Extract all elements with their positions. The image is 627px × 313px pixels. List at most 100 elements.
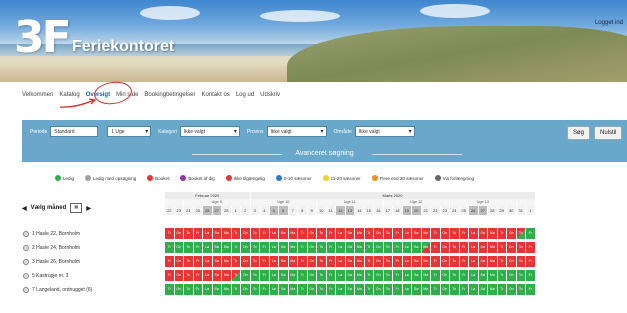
availability-cell[interactable]: On <box>174 270 184 281</box>
availability-cell[interactable]: To <box>450 242 460 253</box>
availability-cell[interactable]: Ma <box>288 284 298 295</box>
availability-cell[interactable]: Lø <box>203 242 213 253</box>
nav-item-log-ud[interactable]: Log ud <box>236 91 254 99</box>
availability-cell[interactable]: To <box>184 284 194 295</box>
availability-cell[interactable]: Sø <box>412 270 422 281</box>
availability-cell[interactable]: Sø <box>345 256 355 267</box>
login-status[interactable]: Logget ind <box>595 20 623 26</box>
availability-cell[interactable]: Sø <box>212 228 222 239</box>
availability-cell[interactable]: Sø <box>412 284 422 295</box>
availability-cell[interactable]: To <box>450 284 460 295</box>
availability-cell[interactable]: On <box>241 270 251 281</box>
nav-item-udskriv[interactable]: Udskriv <box>260 91 280 99</box>
province-select[interactable]: Ikke valgt <box>266 126 327 137</box>
availability-cell[interactable]: On <box>241 256 251 267</box>
availability-cell[interactable]: Ma <box>488 284 498 295</box>
availability-cell[interactable]: Sø <box>478 228 488 239</box>
availability-cell[interactable]: Sø <box>345 242 355 253</box>
radio-icon[interactable] <box>23 286 29 293</box>
availability-cell[interactable]: Ma <box>421 228 431 239</box>
availability-cell[interactable]: Ma <box>222 256 232 267</box>
availability-cell[interactable]: To <box>184 228 194 239</box>
category-select[interactable]: Ikke valgt <box>179 126 240 137</box>
availability-cell[interactable]: Sø <box>412 228 422 239</box>
availability-cell[interactable]: Sø <box>279 270 289 281</box>
region-select[interactable]: Ikke valgt <box>354 126 415 137</box>
availability-cell[interactable]: Fr <box>260 228 270 239</box>
availability-cell[interactable]: Lø <box>269 270 279 281</box>
availability-cell[interactable]: Sø <box>412 256 422 267</box>
availability-cell[interactable]: Fr <box>193 270 203 281</box>
availability-cell[interactable]: Ma <box>421 256 431 267</box>
availability-cell[interactable]: Ma <box>222 242 232 253</box>
availability-cell[interactable]: Lø <box>203 284 213 295</box>
site-title[interactable]: Feriekontoret <box>72 38 174 56</box>
availability-cell[interactable]: On <box>440 242 450 253</box>
availability-cell[interactable]: Tr <box>165 284 175 295</box>
availability-cell[interactable]: Tr <box>298 284 308 295</box>
availability-cell[interactable]: Lø <box>203 228 213 239</box>
availability-cell[interactable]: Lø <box>336 284 346 295</box>
availability-cell[interactable]: Tr <box>165 242 175 253</box>
availability-cell[interactable]: Tr <box>364 242 374 253</box>
availability-cell[interactable]: Ma <box>222 284 232 295</box>
availability-cell[interactable]: Tr <box>431 242 441 253</box>
availability-cell[interactable]: On <box>374 228 384 239</box>
availability-cell[interactable]: On <box>174 228 184 239</box>
availability-cell[interactable]: Ma <box>488 228 498 239</box>
availability-cell[interactable]: Lø <box>336 256 346 267</box>
chevron-right-icon[interactable]: ▶ <box>86 205 91 212</box>
radio-icon[interactable] <box>23 258 29 265</box>
availability-cell[interactable]: Ma <box>355 242 365 253</box>
availability-cell[interactable]: Tr <box>431 228 441 239</box>
availability-cell[interactable]: Tr <box>431 284 441 295</box>
availability-cell[interactable]: To <box>250 270 260 281</box>
availability-cell[interactable]: Sø <box>478 256 488 267</box>
availability-cell[interactable]: Fr <box>326 256 336 267</box>
availability-cell[interactable]: Fr <box>526 228 536 239</box>
availability-cell[interactable]: On <box>507 242 517 253</box>
unit-label[interactable]: 3 Hasle 26, Bornholm <box>0 258 165 265</box>
availability-cell[interactable]: Lø <box>402 256 412 267</box>
availability-cell[interactable]: On <box>241 284 251 295</box>
availability-cell[interactable]: Ma <box>488 270 498 281</box>
availability-cell[interactable]: On <box>307 270 317 281</box>
availability-cell[interactable]: Tr <box>298 228 308 239</box>
availability-cell[interactable]: Fr <box>526 270 536 281</box>
availability-cell[interactable]: Fr <box>260 284 270 295</box>
availability-cell[interactable]: To <box>184 242 194 253</box>
availability-cell[interactable]: Fr <box>193 228 203 239</box>
availability-cell[interactable]: Ma <box>288 228 298 239</box>
availability-cell[interactable]: Fr <box>193 256 203 267</box>
advanced-search-link[interactable]: Avanceret søgning <box>22 150 627 157</box>
availability-cell[interactable]: To <box>450 256 460 267</box>
availability-cell[interactable]: Tr <box>497 242 507 253</box>
availability-cell[interactable]: Ma <box>355 284 365 295</box>
availability-cell[interactable]: Tr <box>497 228 507 239</box>
availability-cell[interactable]: Fr <box>393 242 403 253</box>
availability-cell[interactable]: Fr <box>526 256 536 267</box>
availability-cell[interactable]: Lø <box>336 270 346 281</box>
availability-cell[interactable]: Sø <box>212 256 222 267</box>
calendar-icon[interactable]: ▦ <box>70 203 83 213</box>
availability-cell[interactable]: On <box>440 284 450 295</box>
availability-cell[interactable]: On <box>174 284 184 295</box>
radio-icon[interactable] <box>23 230 29 237</box>
availability-cell[interactable]: To <box>317 242 327 253</box>
availability-cell[interactable]: Sø <box>279 284 289 295</box>
availability-cell[interactable]: Ma <box>355 270 365 281</box>
availability-cell[interactable]: Sø <box>345 228 355 239</box>
availability-cell[interactable]: Lø <box>469 228 479 239</box>
availability-cell[interactable]: Sø <box>412 242 422 253</box>
availability-cell[interactable]: On <box>307 256 317 267</box>
availability-cell[interactable]: Tr <box>364 256 374 267</box>
availability-cell[interactable]: Ma <box>288 256 298 267</box>
availability-cell[interactable]: Fr <box>526 284 536 295</box>
availability-cell[interactable]: Fr <box>260 256 270 267</box>
availability-cell[interactable]: On <box>507 228 517 239</box>
availability-cell[interactable]: Lø <box>203 256 213 267</box>
availability-cell[interactable]: To <box>250 242 260 253</box>
availability-cell[interactable]: Lø <box>269 228 279 239</box>
availability-cell[interactable]: Tr <box>497 256 507 267</box>
availability-cell[interactable]: Lø <box>269 242 279 253</box>
